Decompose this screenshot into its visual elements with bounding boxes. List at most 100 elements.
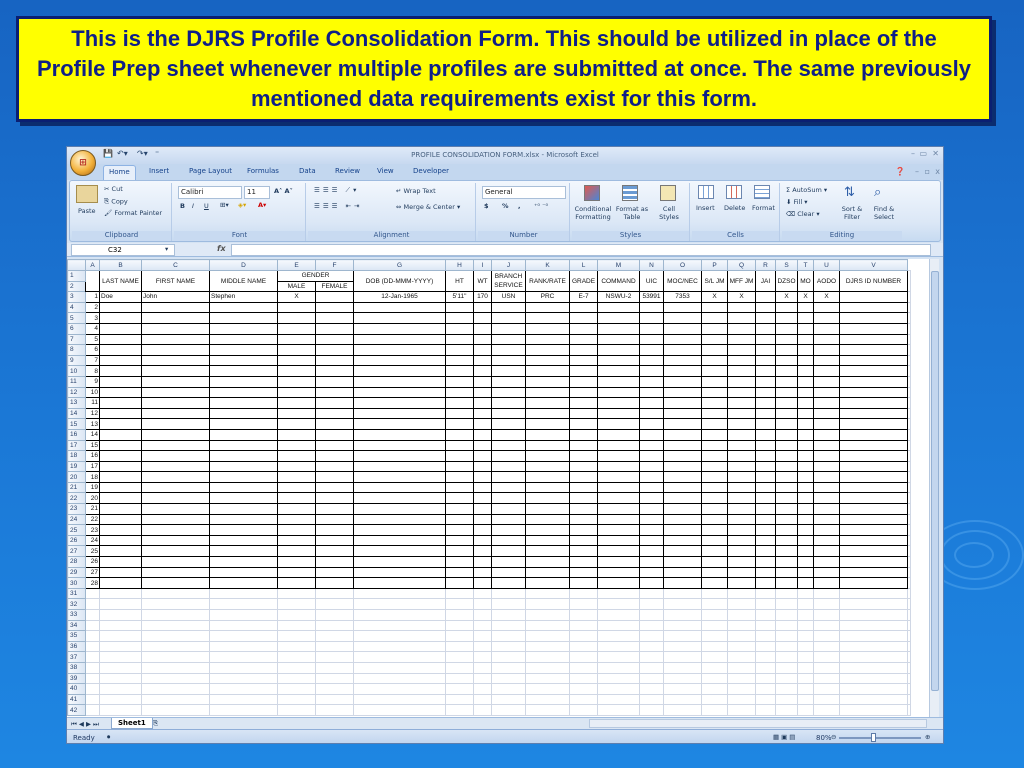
cell-branch[interactable]	[491, 397, 526, 409]
cell-sl-jm[interactable]	[701, 619, 728, 632]
cell-middle-name[interactable]	[209, 524, 278, 536]
cell-uic[interactable]	[639, 683, 664, 695]
entry-number-cell[interactable]: 11	[85, 397, 100, 409]
cell-branch[interactable]	[491, 312, 526, 324]
cell-aodo[interactable]	[813, 619, 840, 632]
cell-sl-jm[interactable]	[701, 545, 728, 558]
cell-moc[interactable]	[663, 556, 702, 568]
cell-last-name[interactable]	[99, 375, 142, 388]
cell-command[interactable]	[597, 386, 640, 399]
cell-branch[interactable]	[491, 365, 526, 377]
cell-mo[interactable]	[797, 693, 814, 706]
cell-rank[interactable]	[525, 630, 570, 642]
cell-female[interactable]	[315, 428, 354, 441]
cell-male[interactable]	[277, 566, 316, 579]
sort-filter-button[interactable]: Sort & Filter	[836, 205, 868, 221]
cell[interactable]	[907, 354, 911, 367]
cell-command[interactable]	[597, 397, 640, 409]
cell-aodo[interactable]	[813, 492, 840, 505]
cell-mff-jm[interactable]	[727, 471, 756, 483]
format-as-table-button[interactable]: Format as Table	[614, 205, 650, 221]
cell-branch[interactable]	[491, 333, 526, 346]
cell-dob[interactable]	[353, 545, 446, 558]
entry-number-cell[interactable]: 26	[85, 556, 100, 568]
cell-grade[interactable]	[569, 450, 598, 462]
cell-male[interactable]	[277, 312, 316, 324]
row-header[interactable]: 2	[67, 280, 86, 293]
cell-ht[interactable]	[445, 640, 474, 653]
row-header[interactable]: 42	[67, 704, 86, 716]
cell[interactable]	[907, 651, 911, 663]
cell-moc[interactable]	[663, 375, 702, 388]
cell-rank[interactable]	[525, 450, 570, 462]
cell-dzso[interactable]	[775, 312, 798, 324]
cell-ht[interactable]	[445, 545, 474, 558]
cell-branch[interactable]	[491, 534, 526, 547]
cell-female[interactable]	[315, 344, 354, 356]
column-header[interactable]: V	[839, 259, 908, 271]
cell-dob[interactable]	[353, 407, 446, 420]
cell-jai[interactable]	[755, 630, 776, 642]
cell-uic[interactable]	[639, 524, 664, 536]
entry-number-cell[interactable]: 8	[85, 365, 100, 377]
cell-branch[interactable]	[491, 503, 526, 515]
cell-middle-name[interactable]	[209, 460, 278, 473]
entry-number-cell[interactable]: 1	[85, 291, 100, 303]
cell-first-name[interactable]	[141, 545, 210, 558]
cell-mo[interactable]	[797, 524, 814, 536]
cell-mo[interactable]	[797, 619, 814, 632]
cell-dzso[interactable]	[775, 428, 798, 441]
cell-ht[interactable]	[445, 534, 474, 547]
cell-moc[interactable]	[663, 619, 702, 632]
header-cell-female[interactable]: FEMALE	[315, 280, 354, 293]
cell-uic[interactable]	[639, 418, 664, 430]
cell-command[interactable]	[597, 460, 640, 473]
entry-number-cell[interactable]: 5	[85, 333, 100, 346]
cell-djrs[interactable]	[839, 428, 908, 441]
cell-moc[interactable]	[663, 587, 702, 600]
cell-ht[interactable]	[445, 428, 474, 441]
cell-rank[interactable]	[525, 651, 570, 663]
cell-rank[interactable]	[525, 481, 570, 494]
cell-middle-name[interactable]	[209, 566, 278, 579]
cell-moc[interactable]	[663, 439, 702, 452]
cell-middle-name[interactable]	[209, 672, 278, 685]
cell-middle-name[interactable]	[209, 661, 278, 674]
cell-first-name[interactable]	[141, 630, 210, 642]
cell-aodo[interactable]	[813, 344, 840, 356]
cell-dob[interactable]	[353, 556, 446, 568]
cell-last-name[interactable]	[99, 407, 142, 420]
cell-grade[interactable]	[569, 672, 598, 685]
cell-moc[interactable]	[663, 322, 702, 335]
cell-sl-jm[interactable]	[701, 344, 728, 356]
cell-sl-jm[interactable]	[701, 577, 728, 589]
cell-moc[interactable]	[663, 672, 702, 685]
cell-last-name[interactable]	[99, 661, 142, 674]
cell-moc[interactable]	[663, 524, 702, 536]
cell-rank[interactable]	[525, 312, 570, 324]
cell-rank[interactable]	[525, 556, 570, 568]
cell-dzso[interactable]	[775, 545, 798, 558]
cell-last-name[interactable]	[99, 651, 142, 663]
cell-male[interactable]	[277, 704, 316, 716]
header-cell-rank[interactable]: RANK/RATE	[525, 269, 570, 293]
cell-mff-jm[interactable]	[727, 418, 756, 430]
cell-male[interactable]	[277, 598, 316, 610]
cell-moc[interactable]	[663, 344, 702, 356]
entry-number-cell[interactable]: 28	[85, 577, 100, 589]
cell-middle-name[interactable]	[209, 312, 278, 324]
cell-ht[interactable]	[445, 704, 474, 716]
cell-moc[interactable]	[663, 683, 702, 695]
cell-wt[interactable]	[473, 397, 492, 409]
cell-wt[interactable]	[473, 704, 492, 716]
row-header[interactable]: 1	[67, 270, 86, 282]
cell-dob[interactable]	[353, 672, 446, 685]
entry-number-cell[interactable]	[85, 630, 100, 642]
cell-mff-jm[interactable]	[727, 587, 756, 600]
cell-sl-jm[interactable]	[701, 460, 728, 473]
cell-first-name[interactable]	[141, 587, 210, 600]
cell-grade[interactable]	[569, 609, 598, 621]
grow-font-icon[interactable]: A˄ A˅	[274, 187, 293, 195]
column-header[interactable]: B	[99, 259, 142, 271]
cell-command[interactable]	[597, 344, 640, 356]
